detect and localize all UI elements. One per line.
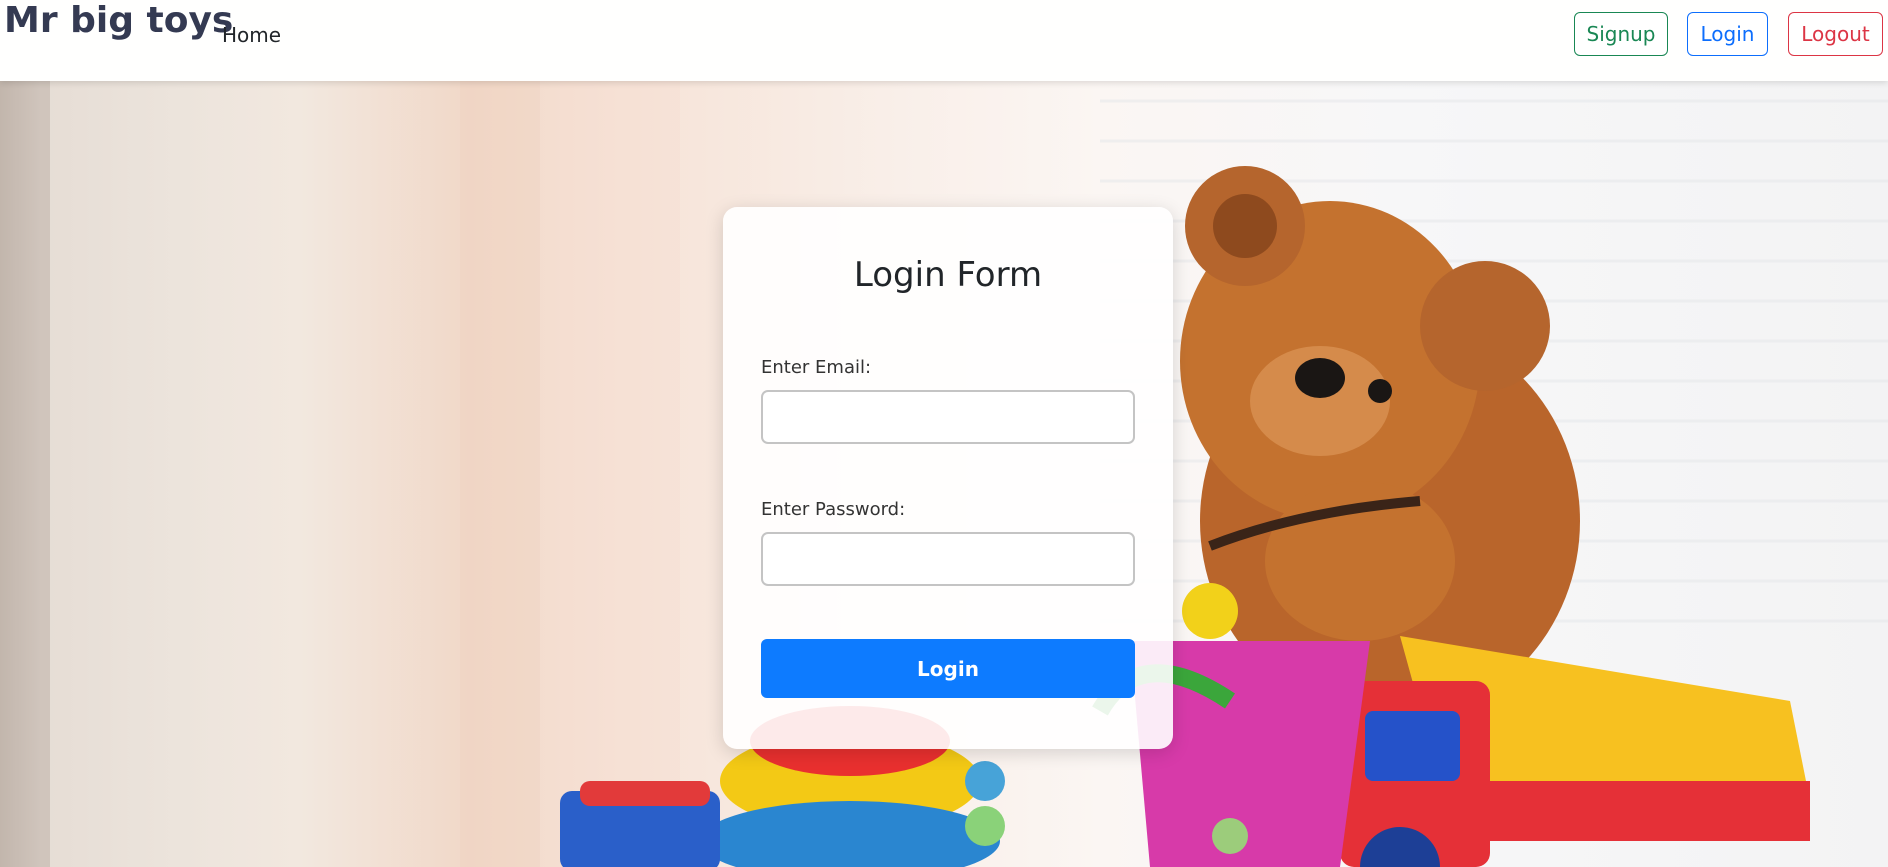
teddy-bear-shape: [1180, 166, 1580, 721]
login-form-title: Login Form: [853, 255, 1043, 295]
toy-truck-shape: [1340, 636, 1810, 867]
login-card: Login Form Enter Email: Enter Password: …: [723, 207, 1173, 749]
signup-button[interactable]: Signup: [1574, 12, 1668, 56]
login-nav-button[interactable]: Login: [1687, 12, 1768, 56]
email-input[interactable]: [761, 390, 1135, 444]
nav-home-link[interactable]: Home: [222, 23, 281, 47]
toy-train-shape: [560, 781, 720, 867]
brand-logo[interactable]: Mr big toys: [4, 0, 233, 41]
email-label: Enter Email:: [761, 357, 872, 378]
logout-button[interactable]: Logout: [1788, 12, 1883, 56]
password-input[interactable]: [761, 532, 1135, 586]
login-submit-button[interactable]: Login: [761, 639, 1135, 698]
navbar: Mr big toys Home Signup Login Logout: [0, 0, 1888, 81]
password-label: Enter Password:: [761, 499, 906, 520]
